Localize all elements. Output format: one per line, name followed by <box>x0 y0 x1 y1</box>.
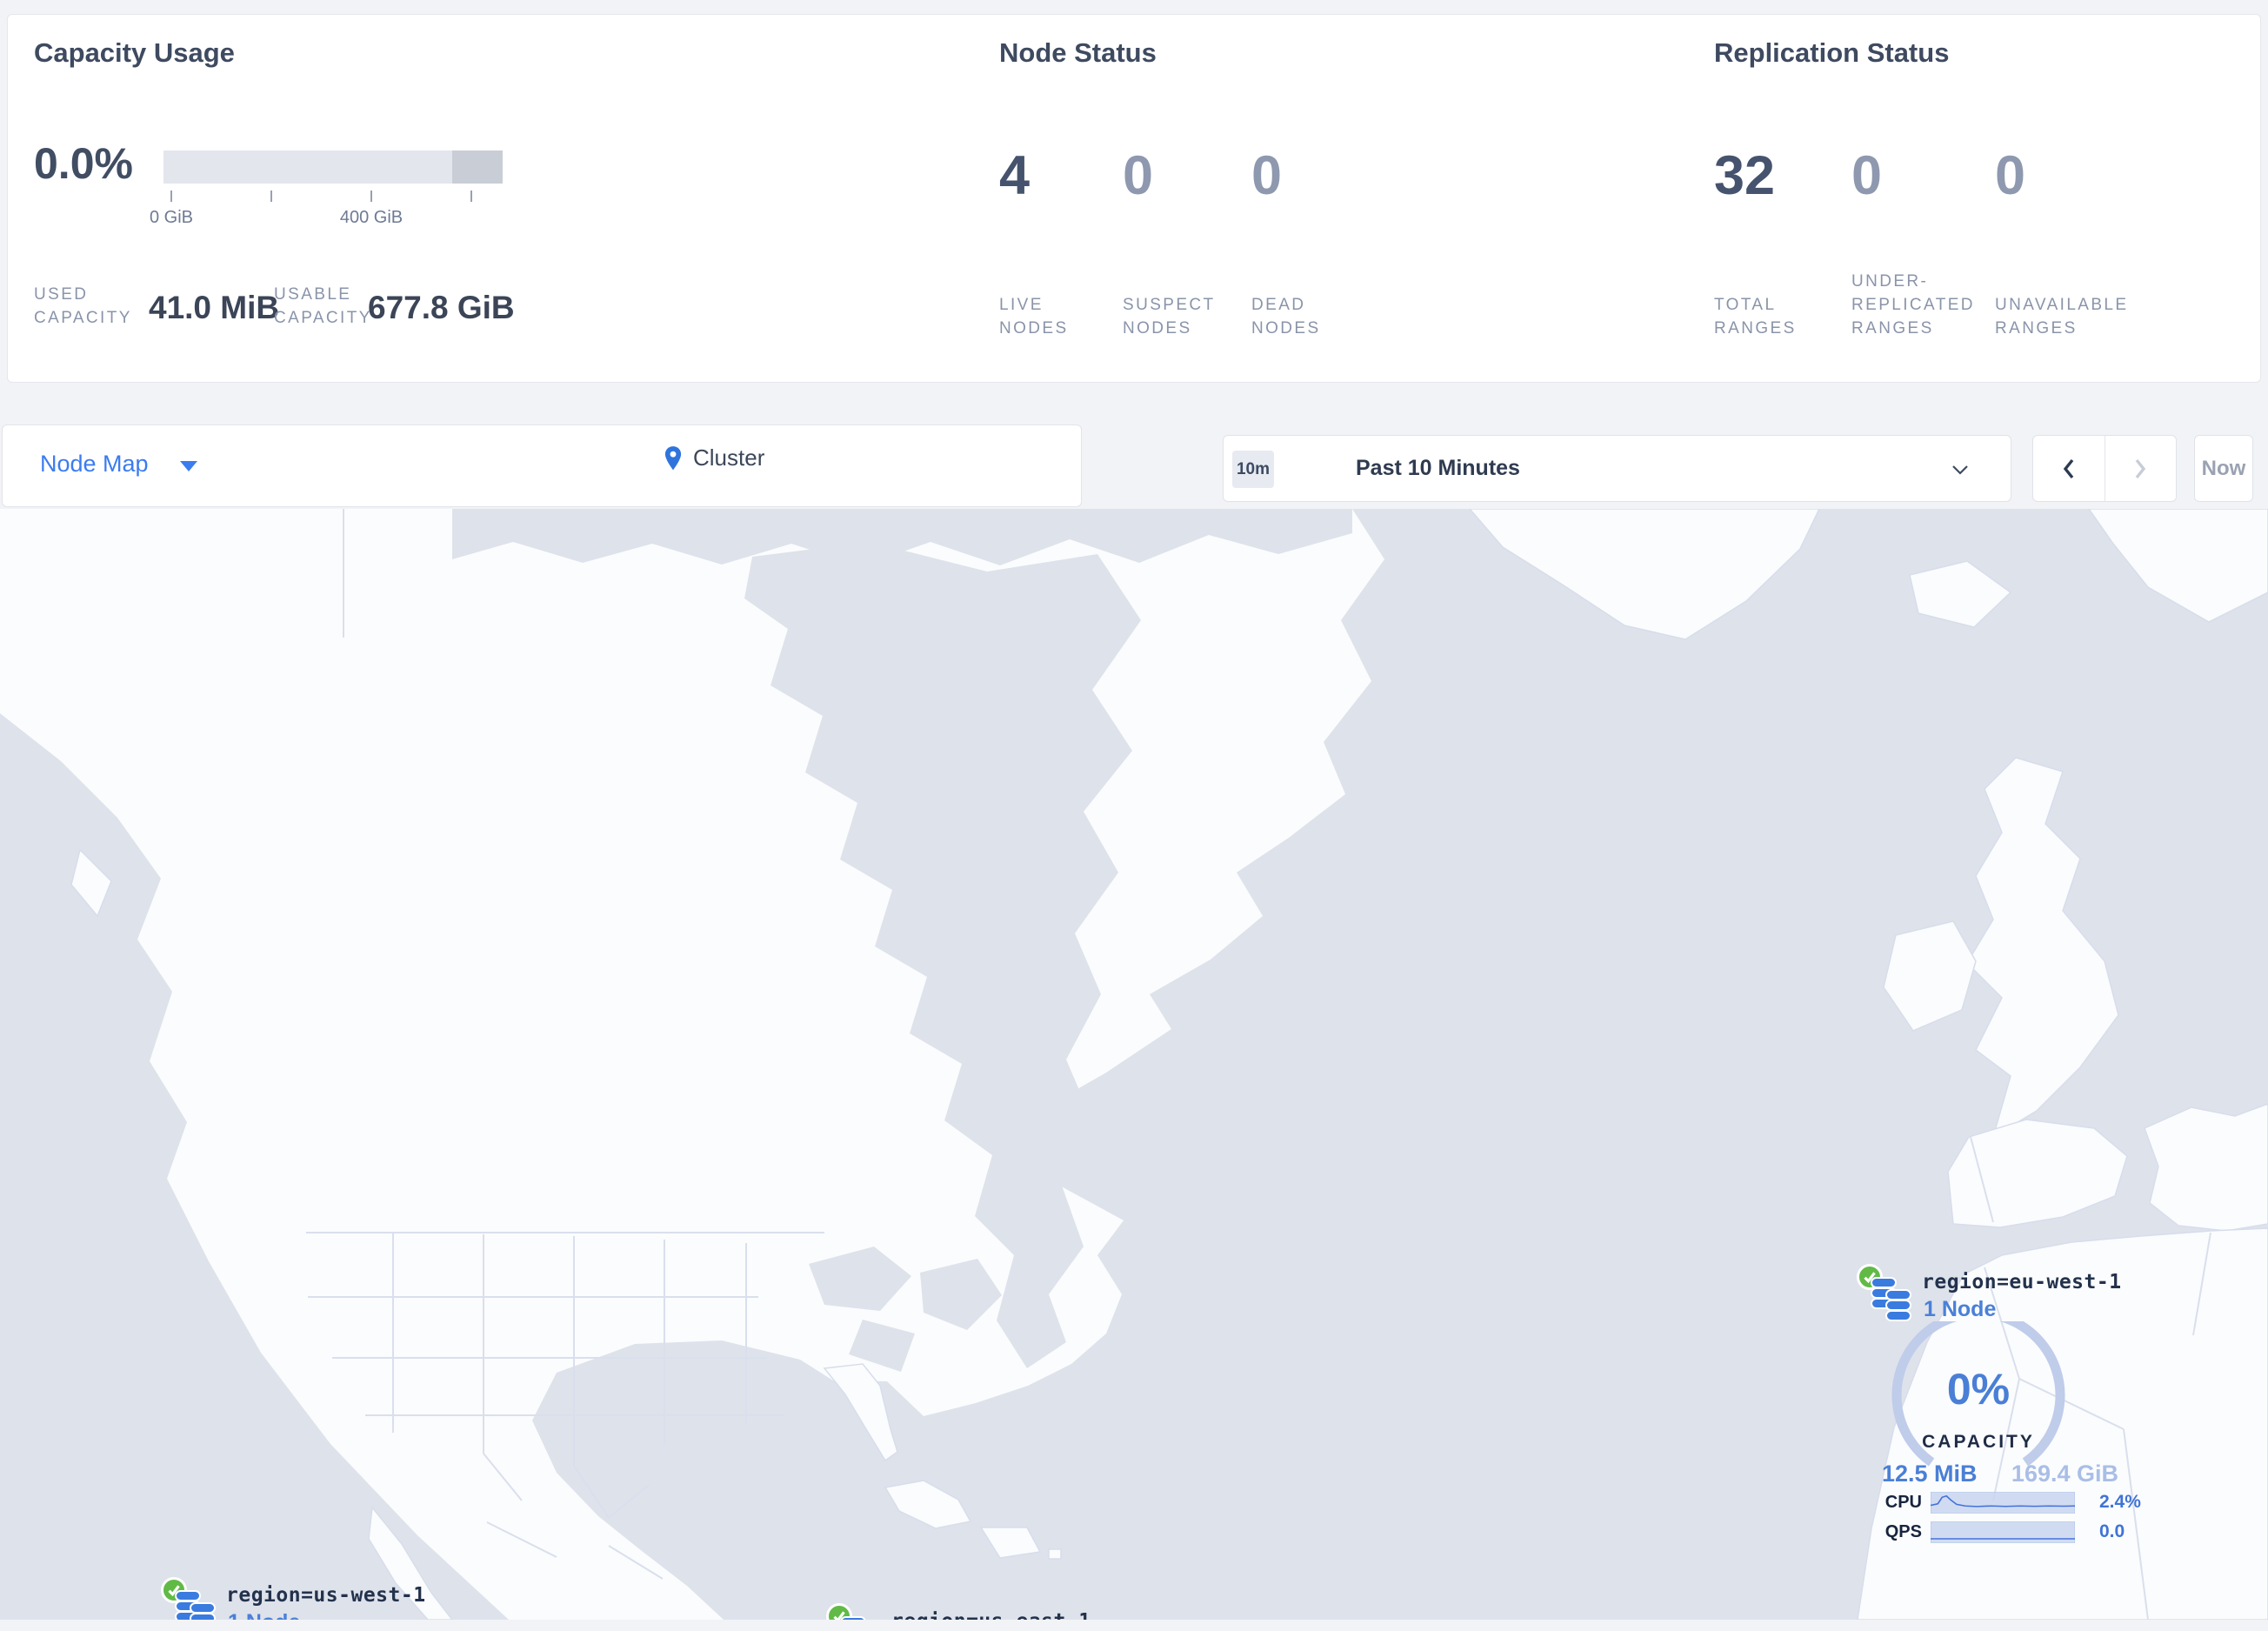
capacity-usage-title: Capacity Usage <box>34 37 235 68</box>
capacity-usage-bar <box>163 150 503 184</box>
node-count-link[interactable]: 1 Node <box>228 1610 300 1620</box>
axis-tick <box>270 191 272 202</box>
qps-value: 0.0 <box>2099 1521 2125 1541</box>
map-toolbar: Node Map Cluster <box>2 424 1082 507</box>
dead-nodes-count: 0 <box>1251 145 1283 206</box>
breadcrumb-cluster: Cluster <box>693 445 765 471</box>
cpu-value: 2.4% <box>2099 1492 2141 1512</box>
axis-tick <box>370 191 372 202</box>
database-nodes-icon <box>839 1615 883 1620</box>
node-count-link[interactable]: 1 Node <box>1924 1297 1996 1322</box>
axis-tick <box>170 191 172 202</box>
time-step-controls <box>2032 435 2177 502</box>
region-label: region=eu-west-1 <box>1922 1271 2122 1293</box>
total-ranges-label: TOTAL RANGES <box>1714 296 1797 338</box>
node-map[interactable]: region=us-west-1 1 Node 0% CAPACITY 12.2… <box>0 509 2268 1620</box>
suspect-nodes-stat: 0 SUSPECT NODES <box>1123 147 1232 340</box>
time-range-badge: 10m <box>1232 451 1274 488</box>
axis-tick-label: 0 GiB <box>149 208 194 227</box>
breadcrumb[interactable]: Cluster <box>664 445 764 471</box>
axis-tick <box>470 191 472 202</box>
used-capacity-value: 41.0 MiB <box>149 290 280 325</box>
dead-nodes-stat: 0 DEAD NODES <box>1251 147 1357 340</box>
unavailable-ranges-count: 0 <box>1995 145 2026 206</box>
region-marker-us-west-1[interactable]: region=us-west-1 1 Node 0% CAPACITY 12.2… <box>130 1577 435 1620</box>
location-pin-icon <box>664 445 682 470</box>
live-nodes-stat: 4 LIVE NODES <box>999 147 1105 340</box>
used-capacity-value: 12.5 MiB <box>1882 1461 1978 1487</box>
axis-tick-label: 400 GiB <box>339 208 404 227</box>
region-marker-us-east-1[interactable]: region=us-east-1 2 Nodes 0% CAPACITY 16.… <box>796 1603 1100 1620</box>
dead-nodes-label: DEAD NODES <box>1251 296 1321 338</box>
view-selector-dropdown[interactable]: Node Map <box>40 451 197 478</box>
capacity-percent: 0% <box>1946 1365 2011 1414</box>
replication-status-title: Replication Status <box>1714 37 1950 68</box>
live-nodes-count: 4 <box>999 145 1031 206</box>
cpu-row: CPU 2.4% <box>1877 1491 2164 1514</box>
live-nodes-label: LIVE NODES <box>999 296 1069 338</box>
now-button[interactable]: Now <box>2194 435 2253 502</box>
cluster-summary-panel: Capacity Usage 0.0% 0 GiB 400 GiB USED C… <box>7 14 2261 383</box>
qps-sparkline <box>1931 1521 2075 1543</box>
suspect-nodes-count: 0 <box>1123 145 1154 206</box>
total-capacity-value: 169.4 GiB <box>2011 1461 2118 1487</box>
chevron-down-icon <box>1952 465 1968 475</box>
total-ranges-stat: 32 TOTAL RANGES <box>1714 147 1827 340</box>
region-label: region=us-west-1 <box>226 1584 426 1607</box>
used-capacity-label: USED CAPACITY <box>34 285 132 327</box>
caret-down-icon <box>179 460 197 471</box>
database-nodes-icon <box>174 1589 217 1620</box>
region-label: region=us-east-1 <box>891 1610 1091 1620</box>
chevron-left-icon <box>2063 458 2074 478</box>
unavailable-ranges-stat: 0 UNAVAILABLE RANGES <box>1995 147 2143 340</box>
under-replicated-label: UNDER-REPLICATED RANGES <box>1851 272 1975 338</box>
total-ranges-count: 32 <box>1714 145 1776 206</box>
time-step-back-button[interactable] <box>2033 436 2105 501</box>
capacity-usage-percent: 0.0% <box>34 139 133 188</box>
capacity-values: 12.5 MiB 169.4 GiB <box>1882 1461 2118 1487</box>
view-selector-label: Node Map <box>40 451 149 477</box>
time-range-selector[interactable]: 10m Past 10 Minutes <box>1223 435 2011 502</box>
region-marker-eu-west-1[interactable]: region=eu-west-1 1 Node 0% CAPACITY 12.5… <box>1826 1264 2141 1555</box>
qps-row: QPS 0.0 <box>1877 1521 2164 1543</box>
qps-label: QPS <box>1884 1521 1922 1541</box>
under-replicated-stat: 0 UNDER-REPLICATED RANGES <box>1851 147 1995 340</box>
time-step-forward-button[interactable] <box>2105 436 2177 501</box>
cpu-sparkline <box>1931 1491 2075 1514</box>
unavailable-ranges-label: UNAVAILABLE RANGES <box>1995 296 2129 338</box>
cpu-label: CPU <box>1884 1492 1922 1512</box>
under-replicated-count: 0 <box>1851 145 1883 206</box>
chevron-right-icon <box>2135 458 2146 478</box>
capacity-caption: CAPACITY <box>1922 1432 2035 1452</box>
usable-capacity-value: 677.8 GiB <box>368 290 515 325</box>
node-status-title: Node Status <box>999 37 1157 68</box>
capacity-usage-bar-nonusable <box>452 150 503 184</box>
time-range-label: Past 10 Minutes <box>1356 456 1520 480</box>
suspect-nodes-label: SUSPECT NODES <box>1123 296 1216 338</box>
